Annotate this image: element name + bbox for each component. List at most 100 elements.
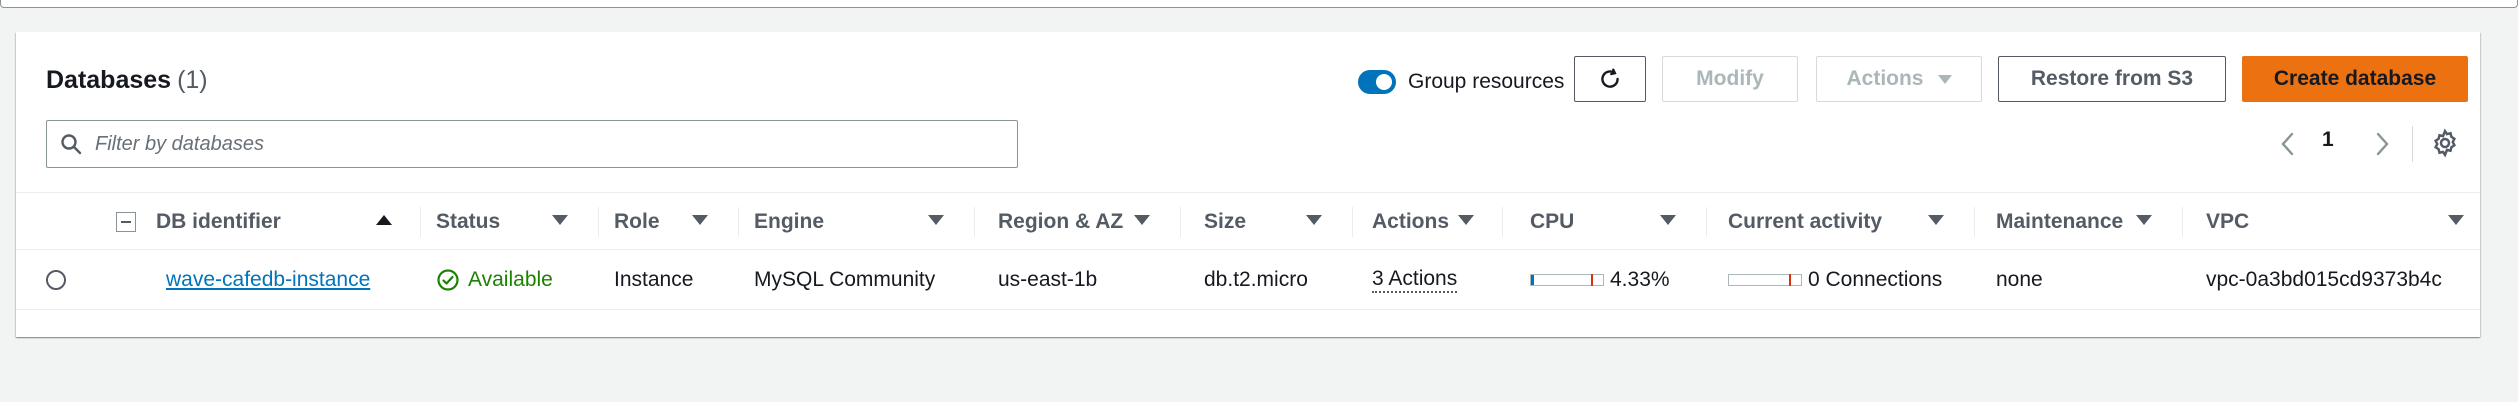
select-all-collapse[interactable] (116, 193, 136, 251)
group-resources-toggle[interactable]: Group resources (1358, 62, 1564, 102)
connections-text: 0 Connections (1808, 268, 1943, 291)
column-divider (1706, 207, 1707, 237)
collapse-icon[interactable] (116, 212, 136, 232)
column-header-db-identifier[interactable]: DB identifier (156, 193, 281, 251)
db-identifier-link[interactable]: wave-cafedb-instance (166, 268, 370, 292)
column-header-maintenance[interactable]: Maintenance (1996, 193, 2123, 251)
sort-icon[interactable] (2136, 215, 2152, 225)
column-header-vpc[interactable]: VPC (2206, 193, 2249, 251)
top-panel-edge (0, 0, 2518, 8)
sort-icon[interactable] (1928, 215, 1944, 225)
databases-panel: Databases (1) Group resources Modify Acti… (16, 32, 2480, 337)
column-header-status[interactable]: Status (436, 193, 500, 251)
column-divider (1502, 207, 1503, 237)
sort-icon[interactable] (552, 215, 568, 225)
column-divider (1180, 207, 1181, 237)
column-header-role[interactable]: Role (614, 193, 660, 251)
column-divider (1974, 207, 1975, 237)
actions-label: Actions (1846, 67, 1924, 90)
role-text: Instance (614, 268, 694, 291)
cpu-meter (1530, 274, 1604, 286)
column-label: VPC (2206, 210, 2250, 233)
sort-icon[interactable] (1458, 215, 1474, 225)
restore-from-s3-button[interactable]: Restore from S3 (1998, 56, 2226, 102)
cpu-text: 4.33% (1610, 268, 1670, 291)
column-divider (2182, 207, 2183, 237)
column-header-engine[interactable]: Engine (754, 193, 824, 251)
table-header: DB identifier Status Role Engine Region … (16, 192, 2480, 250)
create-label: Create database (2273, 67, 2437, 90)
actions-popover-trigger[interactable]: 3 Actions (1372, 267, 1458, 293)
column-header-current-activity[interactable]: Current activity (1728, 193, 1882, 251)
column-label: Size (1204, 210, 1247, 233)
column-label: Maintenance (1996, 210, 2124, 233)
sort-icon[interactable] (1660, 215, 1676, 225)
column-label: Current activity (1728, 210, 1883, 233)
maintenance-text: none (1996, 268, 2043, 291)
row-select-cell[interactable] (46, 250, 66, 310)
column-label: DB identifier (156, 210, 281, 233)
page-number[interactable]: 1 (2322, 128, 2334, 152)
cpu-cell: 4.33% (1530, 250, 1670, 310)
column-label: Role (614, 210, 660, 233)
connections-meter-marker (1789, 274, 1791, 286)
search-icon (61, 134, 82, 155)
column-label: Engine (754, 210, 825, 233)
sort-icon[interactable] (692, 215, 708, 225)
search-field[interactable] (46, 120, 1018, 168)
cpu-meter-marker (1591, 274, 1593, 286)
region-cell: us-east-1b (998, 250, 1097, 310)
check-circle-icon (437, 269, 459, 291)
previous-page-button[interactable] (2278, 126, 2298, 162)
column-divider (1352, 207, 1353, 237)
column-divider (974, 207, 975, 237)
actions-cell[interactable]: 3 Actions (1372, 250, 1458, 310)
restore-label: Restore from S3 (2030, 67, 2194, 90)
column-divider (598, 207, 599, 237)
search-input[interactable] (95, 132, 995, 156)
column-divider (738, 207, 739, 237)
group-resources-label: Group resources (1408, 70, 1565, 93)
connections-meter (1728, 274, 1802, 286)
gear-icon[interactable] (2430, 128, 2460, 158)
status-text: Available (468, 268, 553, 291)
column-divider (420, 207, 421, 237)
column-header-region[interactable]: Region & AZ (998, 193, 1123, 251)
sort-icon[interactable] (1134, 215, 1150, 225)
table-row[interactable]: wave-cafedb-instance Available Instance … (16, 250, 2480, 310)
database-count: (1) (177, 66, 208, 94)
column-header-actions[interactable]: Actions (1372, 193, 1449, 251)
row-radio[interactable] (46, 270, 66, 290)
size-text: db.t2.micro (1204, 268, 1308, 291)
caret-down-icon (1937, 74, 1952, 84)
refresh-icon (1601, 68, 1619, 88)
refresh-button[interactable] (1574, 56, 1646, 102)
status-cell: Available (436, 250, 553, 310)
actions-dropdown-button[interactable]: Actions (1816, 56, 1982, 102)
maintenance-cell: none (1996, 250, 2043, 310)
next-page-button[interactable] (2372, 126, 2392, 162)
modify-button[interactable]: Modify (1662, 56, 1798, 102)
sort-ascending-icon[interactable] (376, 215, 392, 225)
chevron-left-icon (2281, 132, 2294, 156)
column-header-size[interactable]: Size (1204, 193, 1246, 251)
column-label: Status (436, 210, 501, 233)
sort-icon[interactable] (1306, 215, 1322, 225)
column-label: Region & AZ (998, 210, 1124, 233)
sort-icon[interactable] (2448, 215, 2464, 225)
db-identifier-cell[interactable]: wave-cafedb-instance (166, 250, 370, 310)
column-header-cpu[interactable]: CPU (1530, 193, 1574, 251)
vpc-cell: vpc-0a3bd015cd9373b4c (2206, 250, 2442, 310)
region-text: us-east-1b (998, 268, 1098, 291)
role-cell: Instance (614, 250, 693, 310)
engine-text: MySQL Community (754, 268, 936, 291)
page-title-text: Databases (46, 66, 172, 94)
toggle-knob (1376, 74, 1392, 90)
engine-cell: MySQL Community (754, 250, 935, 310)
page-title: Databases (1) (46, 66, 208, 95)
sort-icon[interactable] (928, 215, 944, 225)
vpc-text: vpc-0a3bd015cd9373b4c (2206, 268, 2442, 291)
column-label: CPU (1530, 210, 1575, 233)
toggle-switch[interactable] (1358, 70, 1396, 94)
create-database-button[interactable]: Create database (2242, 56, 2468, 102)
